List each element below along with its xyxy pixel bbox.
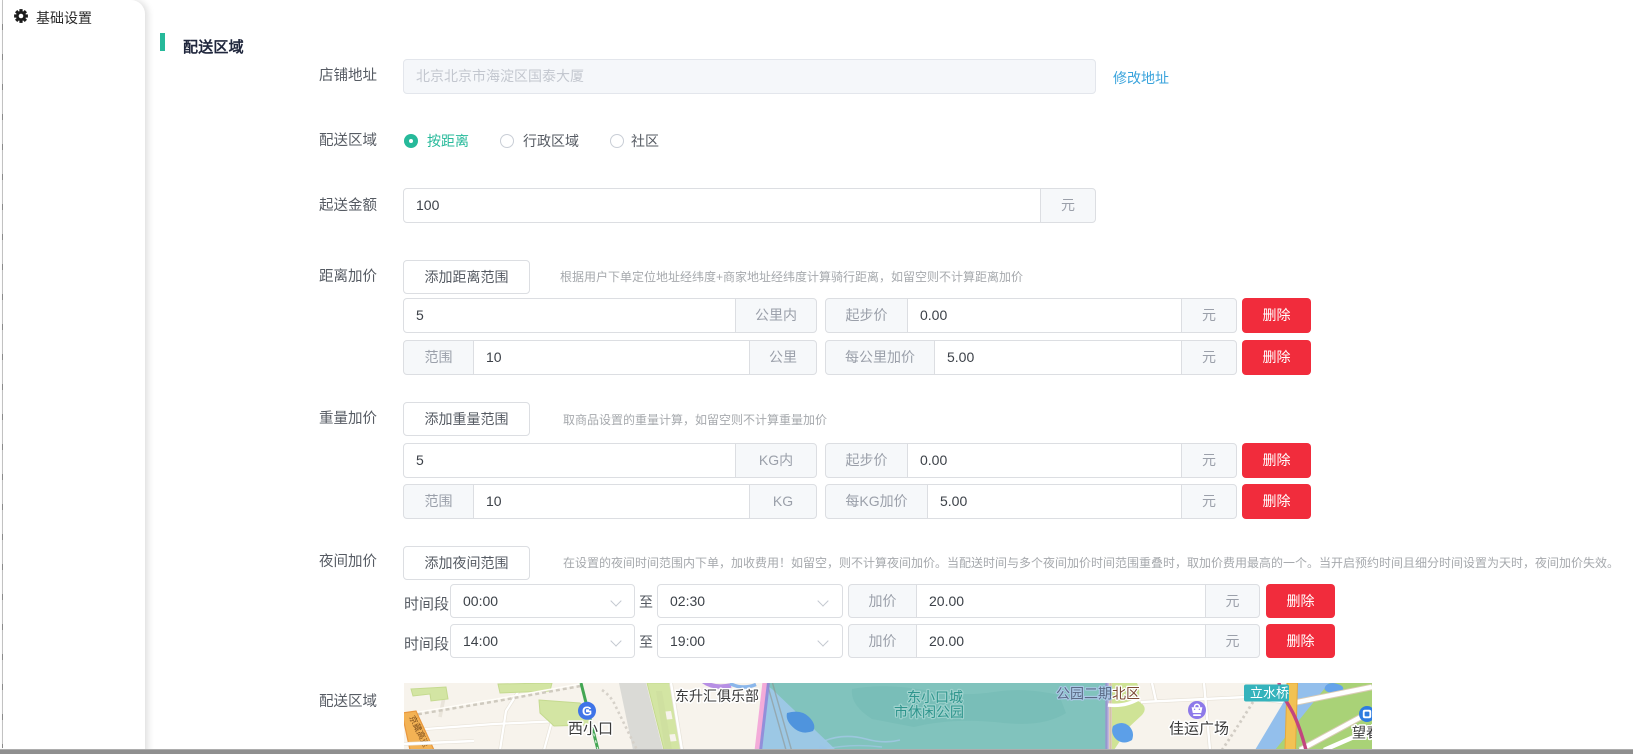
svg-text:公园二期: 公园二期	[1056, 686, 1112, 702]
svg-text:佳运广场: 佳运广场	[1169, 721, 1229, 738]
svg-text:东小口城: 东小口城	[907, 689, 963, 705]
svg-text:东升汇俱乐部: 东升汇俱乐部	[675, 688, 759, 704]
svg-text:西小口: 西小口	[568, 721, 613, 738]
svg-text:立水桥: 立水桥	[1250, 686, 1289, 701]
svg-text:市休闲公园: 市休闲公园	[894, 704, 964, 720]
svg-text:北区: 北区	[1112, 686, 1140, 702]
svg-text:望春园: 望春园	[1352, 725, 1372, 741]
